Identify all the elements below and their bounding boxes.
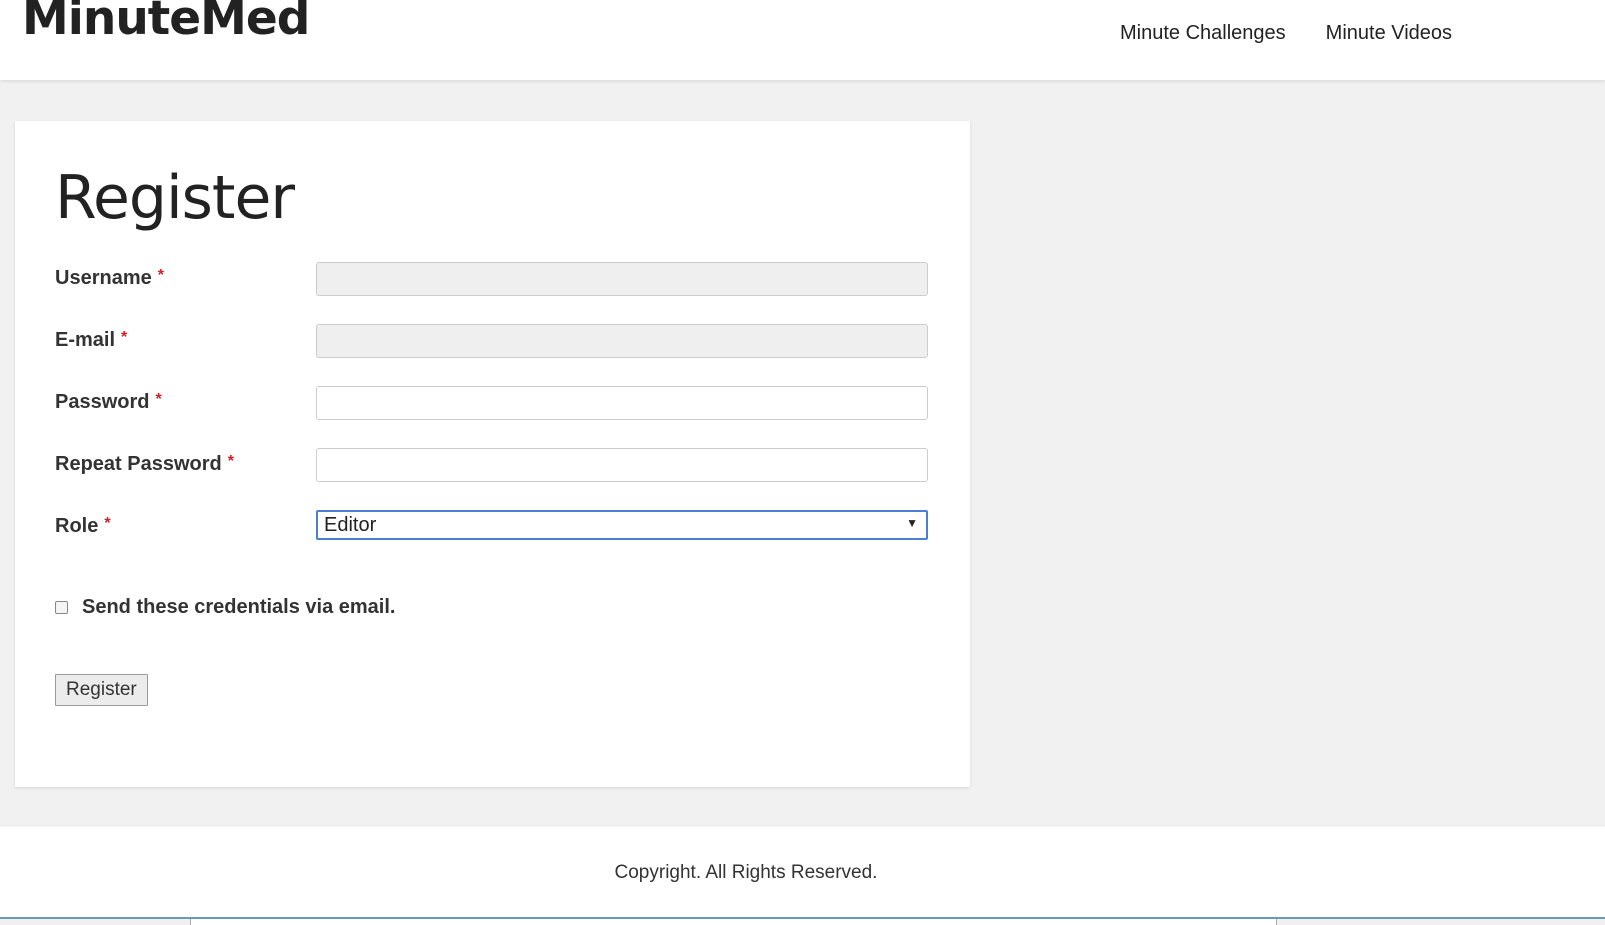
role-select[interactable]: Editor ▼: [316, 510, 928, 540]
role-label: Role *: [55, 515, 111, 537]
email-input[interactable]: [316, 324, 928, 358]
email-row: E-mail *: [55, 324, 930, 358]
repeat-password-label: Repeat Password *: [55, 453, 234, 475]
nav-link-minute-videos[interactable]: Minute Videos: [1326, 22, 1452, 45]
username-label: Username *: [55, 267, 164, 289]
dropdown-arrow-icon: ▼: [906, 516, 918, 530]
site-logo[interactable]: MinuteMed: [22, 0, 310, 45]
send-credentials-row: Send these credentials via email.: [55, 596, 395, 619]
required-marker: *: [157, 267, 164, 284]
nav-link-minute-challenges[interactable]: Minute Challenges: [1120, 22, 1286, 45]
send-credentials-label[interactable]: Send these credentials via email.: [82, 596, 395, 619]
password-row: Password *: [55, 386, 930, 420]
email-label: E-mail *: [55, 329, 128, 351]
username-input[interactable]: [316, 262, 928, 296]
bottom-bar-segment: [190, 919, 1277, 925]
required-marker: *: [121, 329, 128, 346]
bottom-bar: [0, 917, 1605, 925]
send-credentials-checkbox[interactable]: [55, 601, 68, 614]
repeat-password-row: Repeat Password *: [55, 448, 930, 482]
required-marker: *: [155, 391, 162, 408]
site-footer: Copyright. All Rights Reserved.: [0, 827, 1605, 925]
page-title: Register: [55, 163, 295, 233]
main-nav: Minute Challenges Minute Videos: [1120, 22, 1452, 45]
required-marker: *: [104, 515, 111, 532]
role-selected-value: Editor: [324, 514, 377, 536]
copyright-text: Copyright. All Rights Reserved.: [614, 862, 878, 883]
role-row: Role * Editor ▼: [55, 510, 930, 544]
register-button[interactable]: Register: [55, 674, 148, 706]
password-label: Password *: [55, 391, 162, 413]
repeat-password-input[interactable]: [316, 448, 928, 482]
register-card: Register Username * E-mail * Password * Rep…: [15, 121, 970, 787]
required-marker: *: [227, 453, 234, 470]
site-header: MinuteMed Minute Challenges Minute Video…: [0, 0, 1605, 80]
password-input[interactable]: [316, 386, 928, 420]
username-row: Username *: [55, 262, 930, 296]
